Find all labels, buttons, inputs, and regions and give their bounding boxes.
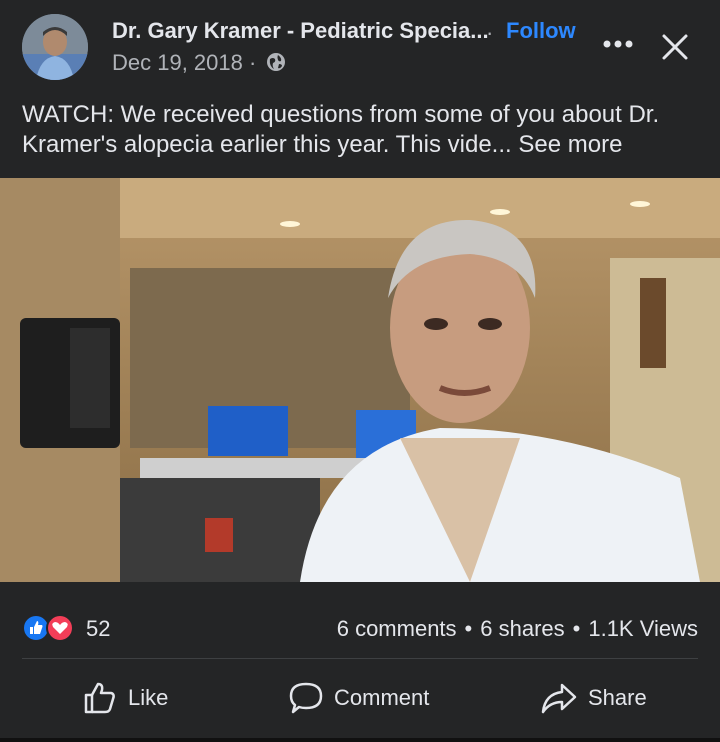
close-icon[interactable] (660, 32, 690, 62)
author-avatar[interactable] (22, 14, 88, 80)
views-count: 1.1K Views (588, 616, 698, 641)
see-more-link[interactable]: See more (518, 131, 622, 158)
post-caption: WATCH: We received questions from some o… (22, 100, 702, 160)
globe-icon (267, 53, 285, 71)
comment-bubble-icon (289, 682, 323, 714)
divider (22, 658, 698, 659)
post-header: Dr. Gary Kramer - Pediatric Specia... · … (0, 0, 720, 90)
love-reaction-icon[interactable] (46, 614, 74, 642)
shares-count[interactable]: 6 shares (480, 616, 564, 641)
stats-separator: • (464, 616, 473, 641)
stats-separator: • (572, 616, 581, 641)
share-button[interactable]: Share (540, 666, 647, 730)
share-arrow-icon (541, 683, 577, 714)
more-dots-icon[interactable] (602, 38, 634, 50)
video-player[interactable] (0, 178, 720, 582)
author-name[interactable]: Dr. Gary Kramer - Pediatric Specia... (112, 18, 489, 44)
reaction-count[interactable]: 52 (86, 616, 110, 642)
like-label: Like (128, 685, 169, 710)
comment-label: Comment (334, 685, 430, 710)
post-stats: 52 6 comments • 6 shares • 1.1K Views (0, 604, 720, 648)
post-date[interactable]: Dec 19, 2018 · (112, 50, 256, 76)
bottom-edge (0, 738, 720, 742)
separator-dot: · (486, 20, 494, 45)
thumbs-up-icon (84, 682, 115, 714)
like-button[interactable]: Like (82, 666, 168, 730)
comment-button[interactable]: Comment (288, 666, 429, 730)
follow-button[interactable]: Follow (506, 18, 576, 44)
share-label: Share (588, 685, 647, 710)
engagement-counts: 6 comments • 6 shares • 1.1K Views (337, 616, 698, 642)
video-frame (0, 178, 720, 582)
action-bar: Like Comment Share (0, 666, 720, 730)
comments-count[interactable]: 6 comments (337, 616, 457, 641)
